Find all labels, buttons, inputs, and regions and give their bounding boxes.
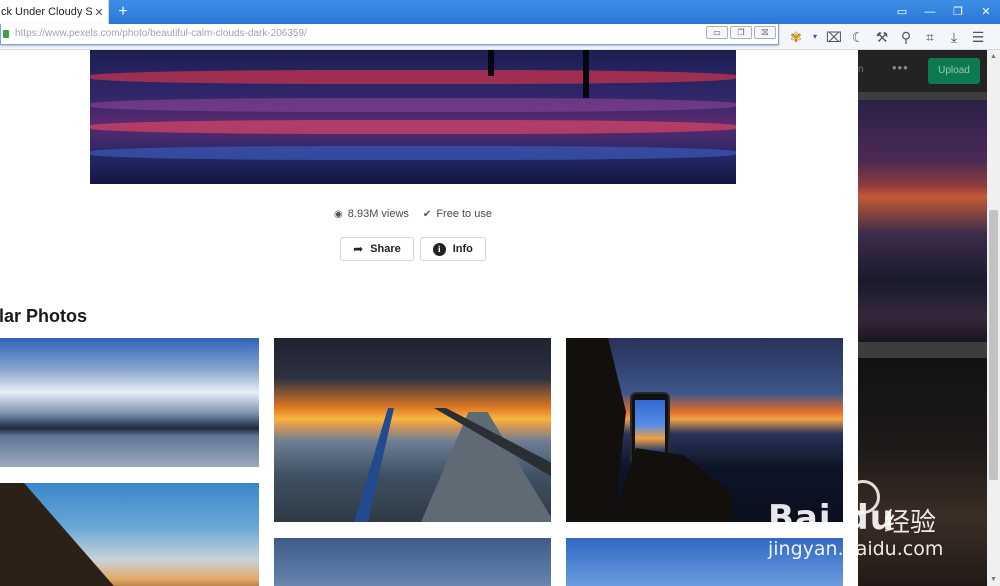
- scroll-up-icon[interactable]: ▲: [987, 50, 1000, 63]
- info-label: Info: [452, 243, 473, 255]
- new-tab-button[interactable]: +: [114, 2, 132, 22]
- urlbar-close-button[interactable]: ⛝: [754, 26, 776, 39]
- browser-tab-bar: ck Under Cloudy Sky ✕ + ▭ — ❐ ✕: [0, 0, 1000, 24]
- similar-photo-bridge-sky[interactable]: [0, 483, 259, 586]
- minimize-button[interactable]: —: [916, 0, 944, 24]
- urlbar-restore-button[interactable]: ❐: [730, 26, 752, 39]
- browser-tab[interactable]: ck Under Cloudy Sky ✕: [0, 0, 109, 24]
- restore-button[interactable]: ❐: [944, 0, 972, 24]
- extension-icon[interactable]: ✾: [784, 25, 808, 49]
- urlbar-minimize-button[interactable]: ▭: [706, 26, 728, 39]
- similar-photo-pier-sunset[interactable]: [274, 338, 551, 522]
- info-button[interactable]: i Info: [419, 237, 486, 261]
- side-divider: [858, 92, 987, 100]
- reflection-band: [90, 146, 736, 160]
- tools-icon[interactable]: ⚒: [870, 25, 894, 49]
- views-stat: ◉ 8.93M views: [334, 208, 409, 220]
- side-sign-in-text[interactable]: n: [858, 64, 864, 75]
- page-scrollbar[interactable]: ▲ ▼: [987, 50, 1000, 586]
- page-content: ◉ 8.93M views ✔ Free to use ➦ Share i In…: [0, 50, 858, 586]
- license-text: Free to use: [436, 208, 492, 220]
- download-icon[interactable]: ⤓: [942, 25, 966, 49]
- more-icon[interactable]: •••: [892, 60, 909, 75]
- pier-post: [583, 50, 589, 98]
- tab-close-icon[interactable]: ✕: [92, 6, 106, 19]
- reflection-band: [90, 70, 736, 84]
- address-bar[interactable]: https://www.pexels.com/photo/beautiful-c…: [0, 24, 779, 45]
- address-bar-controls: ▭ ❐ ⛝: [706, 26, 776, 39]
- watermark-cn-text: 经验: [884, 508, 937, 538]
- eye-icon: ◉: [334, 208, 343, 220]
- crop-icon[interactable]: ⌗: [918, 25, 942, 49]
- reflection-band: [90, 98, 736, 112]
- upload-button[interactable]: Upload: [928, 58, 980, 84]
- side-photo-sunset-pier[interactable]: [858, 100, 987, 342]
- menu-icon[interactable]: ☰: [966, 25, 990, 49]
- scroll-down-icon[interactable]: ▼: [987, 573, 1000, 586]
- url-text[interactable]: https://www.pexels.com/photo/beautiful-c…: [15, 28, 307, 39]
- pier-railing: [354, 408, 394, 522]
- scrollbar-thumb[interactable]: [989, 210, 998, 480]
- pier-post: [488, 50, 494, 76]
- views-count: 8.93M views: [347, 208, 409, 220]
- similar-photo-blue-sky[interactable]: [274, 538, 551, 586]
- sidebar-toggle-icon[interactable]: ▭: [888, 0, 916, 24]
- reflection-band: [90, 120, 736, 134]
- share-arrow-icon: ➦: [353, 242, 364, 256]
- toolbar-icons: ✾ ▾ ⌧ ☾ ⚒ ⚲ ⌗ ⤓ ☰: [784, 24, 990, 50]
- similar-photos-heading: milar Photos: [0, 306, 88, 326]
- night-mode-icon[interactable]: ☾: [846, 25, 870, 49]
- photo-actions: ➦ Share i Info: [0, 237, 826, 261]
- secure-lock-icon: [3, 30, 9, 38]
- watermark-brand: Bai du: [768, 498, 895, 538]
- camera-icon[interactable]: ⌧: [822, 25, 846, 49]
- window-controls: ▭ — ❐ ✕: [888, 0, 1000, 24]
- watermark-url: jingyan.baidu.com: [768, 538, 944, 560]
- license-stat: ✔ Free to use: [423, 208, 492, 220]
- tab-title: ck Under Cloudy Sky: [1, 6, 92, 18]
- info-icon: i: [432, 242, 446, 256]
- person-silhouette: [566, 338, 626, 522]
- side-divider: [858, 342, 987, 358]
- similar-photo-cloudy-lake[interactable]: [0, 338, 259, 467]
- dropdown-icon[interactable]: ▾: [808, 25, 822, 49]
- side-header: n ••• Upload: [858, 50, 987, 92]
- close-window-button[interactable]: ✕: [972, 0, 1000, 24]
- baidu-watermark: Bai du 经验 jingyan.baidu.com: [768, 478, 988, 578]
- pier-deck: [421, 412, 551, 522]
- check-circle-icon: ✔: [422, 208, 432, 220]
- browser-toolbar: https://www.pexels.com/photo/beautiful-c…: [0, 24, 1000, 50]
- share-label: Share: [370, 243, 401, 255]
- main-photo[interactable]: [90, 50, 736, 184]
- photo-stats: ◉ 8.93M views ✔ Free to use: [0, 208, 826, 220]
- search-icon[interactable]: ⚲: [894, 25, 918, 49]
- bridge-structure: [0, 483, 120, 586]
- share-button[interactable]: ➦ Share: [340, 237, 414, 261]
